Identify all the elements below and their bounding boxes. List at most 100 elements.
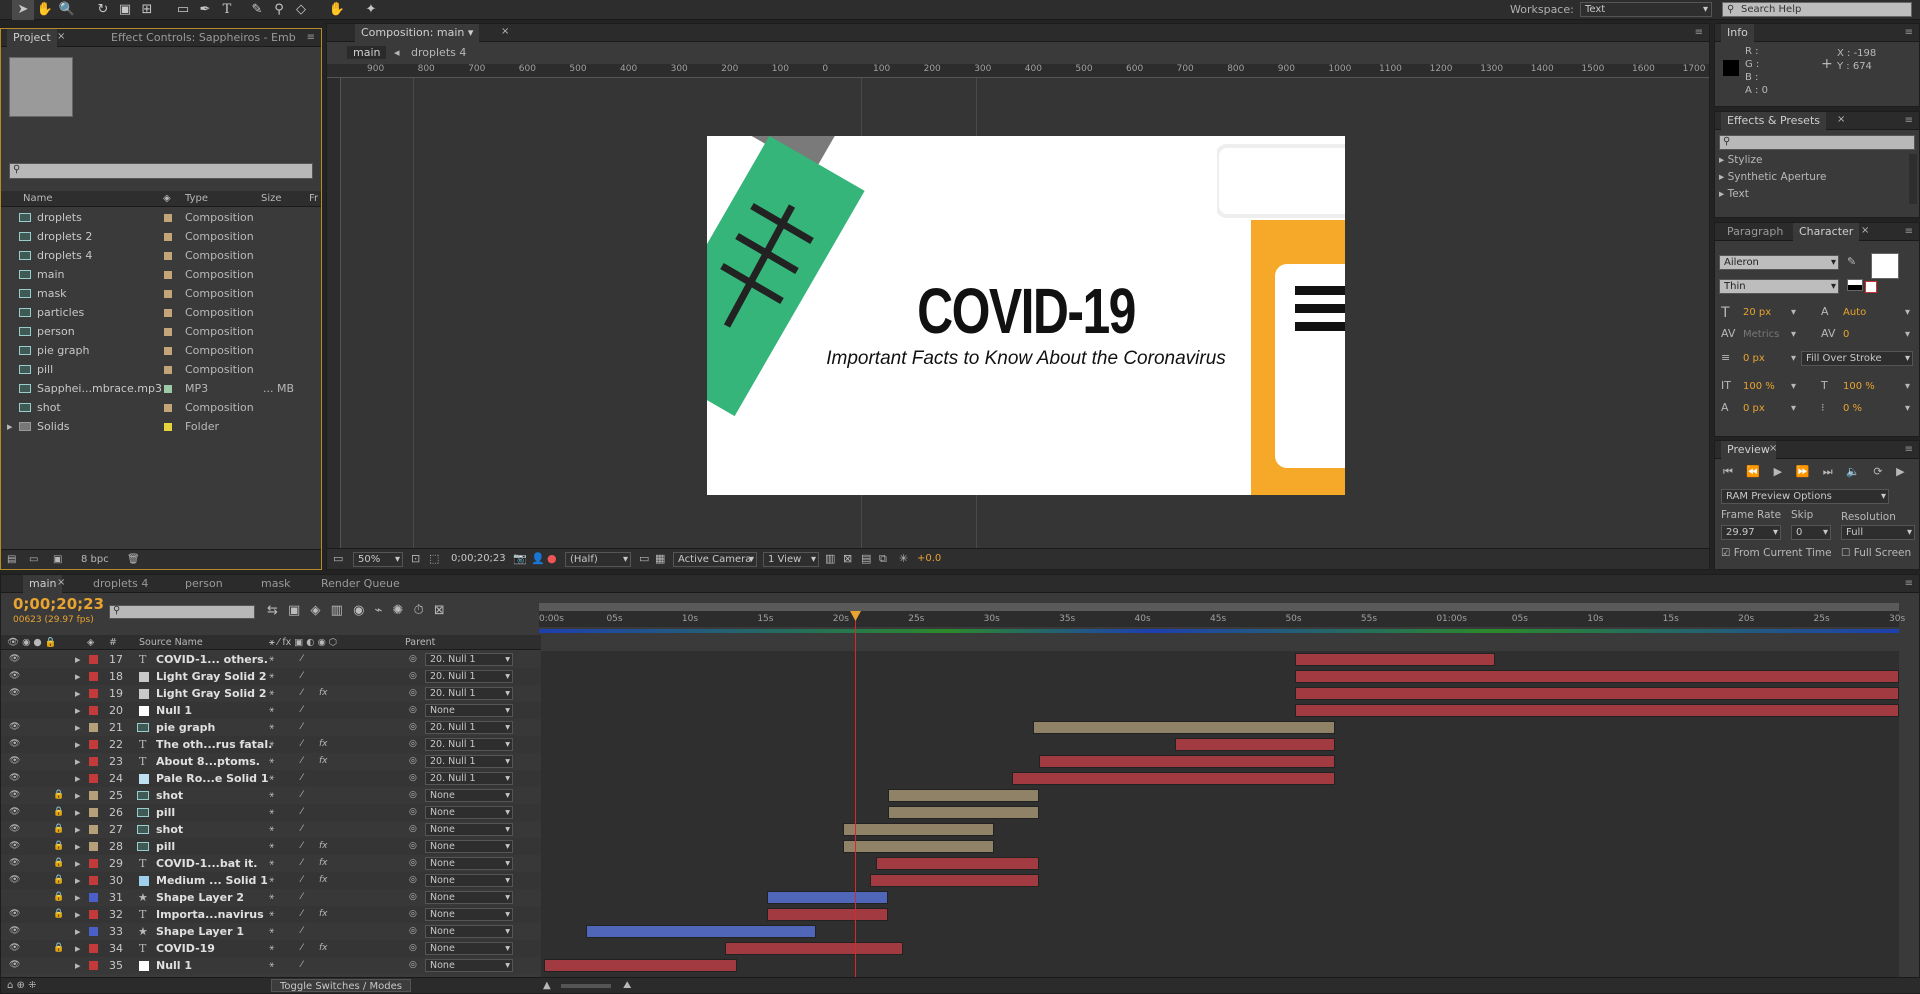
parent-select[interactable]: None ▾ — [425, 840, 513, 853]
parent-select[interactable]: None ▾ — [425, 925, 513, 938]
roto-tool-icon[interactable]: ✋ — [326, 0, 348, 20]
work-area-bar[interactable] — [539, 603, 1899, 611]
color-channel-icon[interactable]: ● — [547, 552, 557, 565]
visibility-eye-icon[interactable]: 👁 — [9, 770, 20, 787]
expand-triangle-icon[interactable]: ▸ — [75, 957, 81, 974]
project-item[interactable]: ▸ Solids Folder — [1, 417, 319, 436]
comp-mini-flowchart-icon[interactable]: ⇆ — [267, 603, 278, 618]
preview-resolution-select[interactable]: Full ▾ — [1841, 525, 1915, 540]
first-frame-icon[interactable]: ⏮ — [1723, 465, 1733, 478]
visibility-eye-icon[interactable]: 👁 — [9, 821, 20, 838]
chevron-down-icon[interactable]: ▾ — [1791, 307, 1796, 318]
quality-switch-icon[interactable]: ⁄ — [301, 923, 303, 940]
project-item[interactable]: droplets 4 Composition — [1, 246, 319, 265]
expand-triangle-icon[interactable]: ▸ — [75, 753, 81, 770]
expand-triangle-icon[interactable]: ▸ — [75, 719, 81, 736]
shy-switch-icon[interactable]: ⚹ — [269, 957, 274, 974]
rectangle-tool-icon[interactable]: ▭ — [172, 0, 194, 20]
quality-switch-icon[interactable]: ⁄ — [301, 753, 303, 770]
quality-switch-icon[interactable]: ⁄ — [301, 940, 303, 957]
fill-color-swatch[interactable] — [1871, 253, 1899, 279]
quality-switch-icon[interactable]: ⁄ — [301, 719, 303, 736]
label-color-swatch[interactable] — [89, 842, 98, 851]
shy-switch-icon[interactable]: ⚹ — [269, 940, 274, 957]
show-snapshot-icon[interactable]: 👤 — [531, 552, 545, 565]
panel-menu-icon[interactable]: ≡ — [307, 32, 315, 43]
shy-switch-icon[interactable]: ⚹ — [269, 770, 274, 787]
chevron-down-icon[interactable]: ▾ — [1905, 381, 1910, 392]
label-color-swatch[interactable] — [89, 740, 98, 749]
brush-tool-icon[interactable]: ✎ — [246, 0, 268, 20]
expand-triangle-icon[interactable]: ▸ — [75, 906, 81, 923]
layer-row[interactable]: 👁 ▸ 35 Null 1 ⚹ ⁄ ◎ None ▾ — [1, 957, 541, 974]
quality-switch-icon[interactable]: ⁄ — [301, 957, 303, 974]
toggle-switches-modes-button[interactable]: Toggle Switches / Modes — [271, 979, 411, 992]
leading-value[interactable]: Auto — [1843, 307, 1866, 318]
stroke-width-value[interactable]: 0 px — [1743, 353, 1765, 364]
pickwhip-icon[interactable]: ◎ — [409, 957, 417, 974]
quality-switch-icon[interactable]: ⁄ — [301, 821, 303, 838]
quality-switch-icon[interactable]: ⁄ — [301, 668, 303, 685]
expand-triangle-icon[interactable]: ▸ — [75, 804, 81, 821]
layer-duration-bar[interactable] — [842, 840, 994, 853]
tab-render-queue[interactable]: Render Queue — [315, 575, 406, 593]
label-color-swatch[interactable] — [89, 774, 98, 783]
timeline-zoom-slider[interactable] — [561, 984, 611, 988]
label-color-swatch[interactable] — [89, 757, 98, 766]
snapshot-camera-icon[interactable]: 📷 — [513, 552, 527, 565]
panel-menu-icon[interactable]: ≡ — [1905, 444, 1913, 455]
effects-item-text[interactable]: ▸ Text — [1719, 188, 1749, 200]
layer-duration-bar[interactable] — [1038, 755, 1335, 768]
project-item[interactable]: droplets Composition — [1, 208, 319, 227]
pickwhip-icon[interactable]: ◎ — [409, 736, 417, 753]
effects-item-synthetic-aperture[interactable]: ▸ Synthetic Aperture — [1719, 171, 1826, 183]
layer-row[interactable]: 👁 🔒 ▸ 28 pill ⚹ ⁄ fx ◎ None ▾ — [1, 838, 541, 855]
expand-triangle-icon[interactable]: ▸ — [75, 668, 81, 685]
timeline-icon[interactable]: ▤ — [861, 552, 871, 565]
footer-left-icons[interactable]: ⌂ ⊕ ⁜ — [7, 978, 36, 994]
layer-duration-bar[interactable] — [1295, 653, 1495, 666]
tab-paragraph[interactable]: Paragraph — [1721, 223, 1789, 241]
layer-duration-bar[interactable] — [1295, 687, 1899, 700]
parent-select[interactable]: 20. Null 1 ▾ — [425, 755, 513, 768]
graph-editor-icon[interactable]: ⌁ — [375, 603, 383, 618]
close-icon[interactable]: × — [57, 31, 65, 42]
trash-icon[interactable]: 🗑 — [127, 550, 140, 570]
chevron-down-icon[interactable]: ▾ — [1905, 307, 1910, 318]
from-current-time-checkbox[interactable]: ☑ From Current Time — [1721, 547, 1832, 559]
shy-switch-icon[interactable]: ⚹ — [269, 651, 274, 668]
quality-switch-icon[interactable]: ⁄ — [301, 770, 303, 787]
expand-triangle-icon[interactable]: ▸ — [75, 787, 81, 804]
zoom-select[interactable]: 50% ▾ — [353, 552, 403, 567]
visibility-eye-icon[interactable]: 👁 — [9, 838, 20, 855]
visibility-eye-icon[interactable]: 👁 — [9, 872, 20, 889]
pickwhip-icon[interactable]: ◎ — [409, 906, 417, 923]
label-color-swatch[interactable] — [164, 233, 172, 241]
next-frame-icon[interactable]: ⏩ — [1796, 465, 1810, 478]
breadcrumb-droplets-4[interactable]: droplets 4 — [407, 46, 470, 59]
parent-select[interactable]: None ▾ — [425, 857, 513, 870]
play-icon[interactable]: ▶ — [1774, 465, 1782, 478]
lock-icon[interactable]: 🔒 — [53, 804, 64, 821]
project-item[interactable]: mask Composition — [1, 284, 319, 303]
font-style-select[interactable]: Thin ▾ — [1719, 279, 1839, 294]
layer-duration-bar[interactable] — [888, 806, 1039, 819]
parent-select[interactable]: None ▾ — [425, 806, 513, 819]
audio-icon[interactable]: 🔈 — [1846, 465, 1860, 478]
label-color-swatch[interactable] — [164, 252, 172, 260]
visibility-eye-icon[interactable]: 👁 — [9, 804, 20, 821]
quality-switch-icon[interactable]: ⁄ — [301, 702, 303, 719]
header-fr[interactable]: Fr — [309, 191, 318, 207]
current-time-indicator[interactable] — [850, 611, 861, 977]
label-color-swatch[interactable] — [89, 961, 98, 970]
tab-composition-main[interactable]: Composition: main ▾ — [355, 24, 480, 42]
last-frame-icon[interactable]: ⏭ — [1823, 465, 1833, 478]
label-color-swatch[interactable] — [164, 309, 172, 317]
shy-switch-icon[interactable]: ⚹ — [269, 753, 274, 770]
panel-menu-icon[interactable]: ≡ — [1905, 115, 1913, 126]
vertical-scale-value[interactable]: 100 % — [1743, 381, 1775, 392]
pickwhip-icon[interactable]: ◎ — [409, 787, 417, 804]
label-color-swatch[interactable] — [89, 808, 98, 817]
layer-row[interactable]: 👁 🔒 ▸ 34 T COVID-19 ⚹ ⁄ fx ◎ None ▾ — [1, 940, 541, 957]
visibility-eye-icon[interactable]: 👁 — [9, 957, 20, 974]
